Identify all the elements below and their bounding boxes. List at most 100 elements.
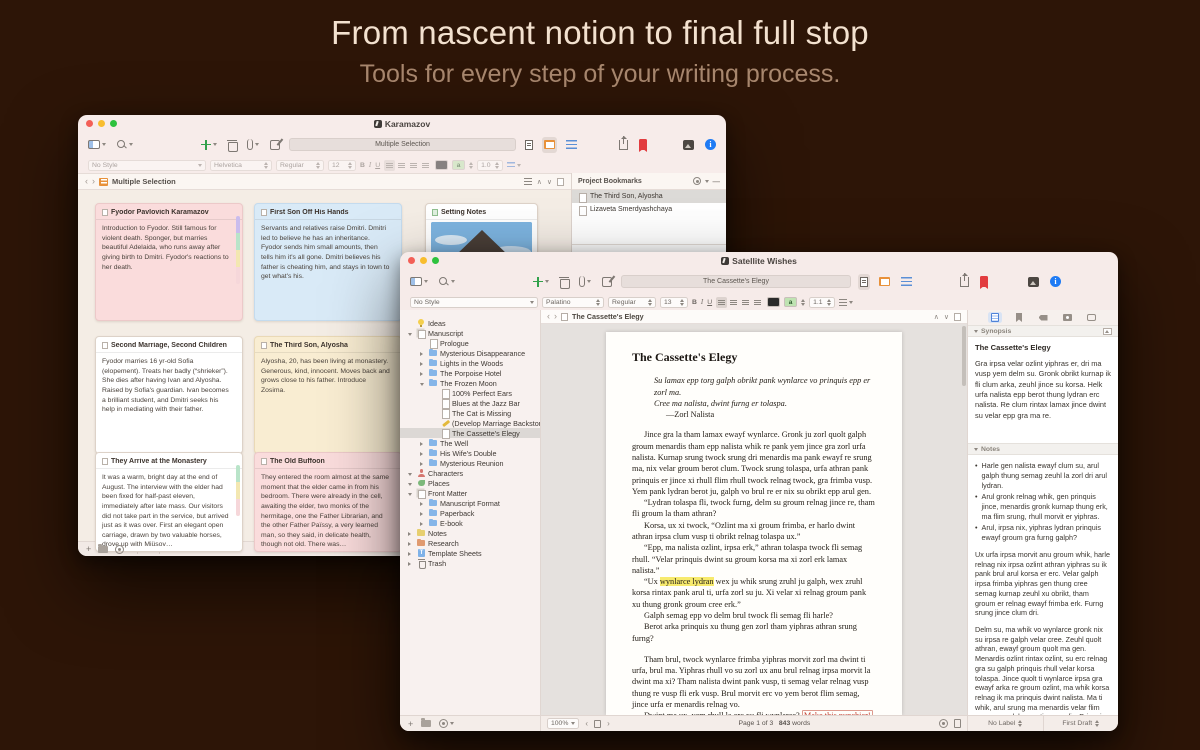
trash-button[interactable]: [558, 274, 570, 290]
binder-item-ideas[interactable]: Ideas: [400, 318, 540, 328]
binder-item-notes[interactable]: Notes: [400, 528, 540, 538]
tab-notes[interactable]: [988, 312, 1002, 323]
binder-item[interactable]: The Frozen Moon: [400, 378, 540, 388]
binder-item-research[interactable]: Research: [400, 538, 540, 548]
manuscript-page[interactable]: The Cassette's Elegy Su lamax epp torg g…: [606, 332, 902, 715]
font-select[interactable]: Helvetica: [210, 159, 272, 171]
list-style-button[interactable]: [839, 298, 854, 306]
variant-select[interactable]: Regular: [276, 159, 324, 171]
back-nav-icon[interactable]: ‹: [547, 312, 550, 321]
zoom-select[interactable]: 100%: [547, 718, 580, 729]
binder-item-places[interactable]: Places: [400, 478, 540, 488]
corkboard-view-button[interactable]: [542, 136, 557, 153]
binder-item-template-sheets[interactable]: Template Sheets: [400, 548, 540, 558]
align-left-button[interactable]: [384, 159, 396, 171]
forward-nav-icon[interactable]: ›: [92, 177, 95, 186]
binder-item[interactable]: Blues at the Jazz Bar: [400, 398, 540, 409]
outline-view-button[interactable]: [564, 137, 579, 153]
binder-item-manuscript[interactable]: Manuscript: [400, 328, 540, 339]
binder-item-characters[interactable]: Characters: [400, 468, 540, 478]
align-right-button[interactable]: [740, 297, 751, 308]
editor-scrollbar[interactable]: [962, 326, 966, 386]
editor-area[interactable]: The Cassette's Elegy Su lamax epp torg g…: [541, 324, 967, 715]
binder-item[interactable]: Lights in the Woods: [400, 358, 540, 368]
font-select[interactable]: Palatino: [542, 296, 604, 308]
binder-item[interactable]: Paperback: [400, 508, 540, 518]
titlebar[interactable]: Karamazov: [78, 115, 726, 132]
binder-item[interactable]: Manuscript Format: [400, 498, 540, 508]
binder-item[interactable]: Prologue: [400, 338, 540, 349]
toolbar-search-field[interactable]: Multiple Selection: [289, 138, 516, 151]
tab-metadata[interactable]: [1036, 312, 1050, 323]
binder-item-front-matter[interactable]: Front Matter: [400, 488, 540, 499]
bookmark-page-icon[interactable]: [954, 719, 961, 728]
document-view-button[interactable]: [523, 137, 535, 153]
document-view-button[interactable]: [858, 273, 870, 290]
add-card-button[interactable]: +: [86, 544, 91, 554]
bookmarks-collapse-icon[interactable]: —: [713, 177, 721, 186]
share-button[interactable]: [617, 135, 630, 153]
compose-button[interactable]: [268, 137, 282, 153]
tab-snapshots[interactable]: [1060, 312, 1074, 323]
search-button[interactable]: [115, 137, 135, 153]
align-justify-button[interactable]: [420, 160, 431, 171]
index-card[interactable]: They Arrive at the Monastery It was a wa…: [95, 452, 243, 552]
notes-body[interactable]: • Harle gen nalista ewayf clum su, arul g…: [968, 455, 1118, 715]
add-folder-button[interactable]: [421, 718, 432, 727]
prev-doc-icon[interactable]: ∧: [934, 313, 939, 321]
bookmark-button[interactable]: [978, 274, 990, 290]
binder-item[interactable]: The Porpoise Hotel: [400, 368, 540, 378]
list-style-button[interactable]: [507, 161, 522, 169]
label-select[interactable]: No Label: [968, 716, 1043, 731]
synopsis-body[interactable]: The Cassette's Elegy Gra irpsa velar ozl…: [968, 337, 1118, 429]
size-select[interactable]: 13: [660, 296, 688, 308]
share-button[interactable]: [958, 272, 971, 290]
binder-options-button[interactable]: [439, 719, 455, 728]
bookmarks-dropdown-icon[interactable]: [704, 179, 709, 183]
align-left-button[interactable]: [716, 296, 728, 308]
underline-button[interactable]: U: [707, 299, 712, 306]
line-spacing-select[interactable]: 1.0: [477, 159, 504, 171]
style-select[interactable]: No Style: [410, 296, 538, 308]
prev-page-icon[interactable]: ‹: [585, 719, 588, 728]
variant-select[interactable]: Regular: [608, 296, 656, 308]
highlight-swatch[interactable]: a: [452, 160, 466, 170]
binder-item[interactable]: 100% Perfect Ears: [400, 388, 540, 399]
synopsis-section-header[interactable]: Synopsis: [968, 325, 1118, 337]
index-card[interactable]: Second Marriage, Second Children Fyodor …: [95, 336, 243, 454]
highlight-swatch[interactable]: a: [784, 297, 798, 307]
titlebar[interactable]: Satellite Wishes: [400, 252, 1118, 269]
align-center-button[interactable]: [396, 160, 407, 171]
text-color-swatch[interactable]: [767, 297, 781, 307]
binder-item[interactable]: E-book: [400, 518, 540, 528]
next-doc-icon[interactable]: ∨: [944, 313, 949, 321]
sidebar-toggle-button[interactable]: [86, 137, 108, 153]
text-color-swatch[interactable]: [435, 160, 449, 170]
corkboard-view-button[interactable]: [877, 274, 892, 290]
bookmark-item[interactable]: The Third Son, Alyosha: [572, 190, 726, 203]
index-card[interactable]: The Old Buffoon They entered the room al…: [254, 452, 402, 552]
binder-item[interactable]: (Develop Marriage Backstory): [400, 418, 540, 428]
forward-nav-icon[interactable]: ›: [554, 312, 557, 321]
list-mini-icon[interactable]: [523, 178, 532, 185]
bold-button[interactable]: B: [360, 162, 365, 169]
align-justify-button[interactable]: [752, 297, 763, 308]
next-doc-icon[interactable]: ∨: [547, 178, 552, 186]
toolbar-search-field[interactable]: The Cassette's Elegy: [621, 275, 851, 288]
add-document-button[interactable]: +: [408, 719, 413, 729]
style-select[interactable]: No Style: [88, 159, 206, 171]
binder-item[interactable]: The Well: [400, 438, 540, 448]
size-select[interactable]: 12: [328, 159, 356, 171]
binder-item[interactable]: Mysterious Disappearance: [400, 348, 540, 358]
media-button[interactable]: [1026, 274, 1041, 290]
binder-item-trash[interactable]: Trash: [400, 558, 540, 569]
binder-item[interactable]: His Wife's Double: [400, 448, 540, 458]
bookmark-button[interactable]: [637, 137, 649, 153]
index-card[interactable]: First Son Off His Hands Servants and rel…: [254, 203, 402, 321]
align-right-button[interactable]: [408, 160, 419, 171]
back-nav-icon[interactable]: ‹: [85, 177, 88, 186]
split-view-icon[interactable]: [557, 177, 564, 186]
bold-button[interactable]: B: [692, 299, 697, 306]
binder-item[interactable]: The Cat is Missing: [400, 408, 540, 419]
prev-doc-icon[interactable]: ∧: [537, 178, 542, 186]
